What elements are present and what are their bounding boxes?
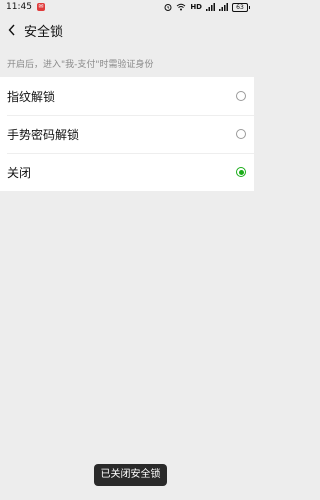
status-time: 11:45 xyxy=(6,2,32,12)
option-label: 指纹解锁 xyxy=(7,89,56,104)
signal-icon xyxy=(206,3,215,11)
back-button[interactable] xyxy=(0,14,24,46)
notification-app-icon: ✉ xyxy=(36,3,45,11)
chevron-left-icon xyxy=(8,21,16,40)
option-gesture-unlock[interactable]: 手势密码解锁 xyxy=(0,115,254,153)
nav-bar: 安全锁 xyxy=(0,14,254,46)
page-title: 安全锁 xyxy=(24,24,64,40)
alarm-icon xyxy=(164,3,172,11)
section-hint: 开启后，进入"我-支付"时需验证身份 xyxy=(7,60,154,70)
radio-button[interactable] xyxy=(236,129,246,139)
radio-button-selected[interactable] xyxy=(236,167,246,177)
options-list: 指纹解锁 手势密码解锁 关闭 xyxy=(0,77,254,191)
status-bar: 11:45 ✉ HD 63 xyxy=(0,0,254,14)
toast-message: 已关闭安全锁 xyxy=(94,464,167,486)
signal-icon-2 xyxy=(219,3,228,11)
option-off[interactable]: 关闭 xyxy=(0,153,254,191)
option-label: 手势密码解锁 xyxy=(7,127,80,142)
wifi-icon xyxy=(176,3,186,11)
status-left: 11:45 ✉ xyxy=(6,2,45,12)
option-label: 关闭 xyxy=(7,165,32,180)
status-right: HD 63 xyxy=(164,2,250,12)
network-label: HD xyxy=(190,3,202,11)
option-fingerprint-unlock[interactable]: 指纹解锁 xyxy=(0,77,254,115)
battery-icon: 63 xyxy=(232,2,250,12)
radio-button[interactable] xyxy=(236,91,246,101)
